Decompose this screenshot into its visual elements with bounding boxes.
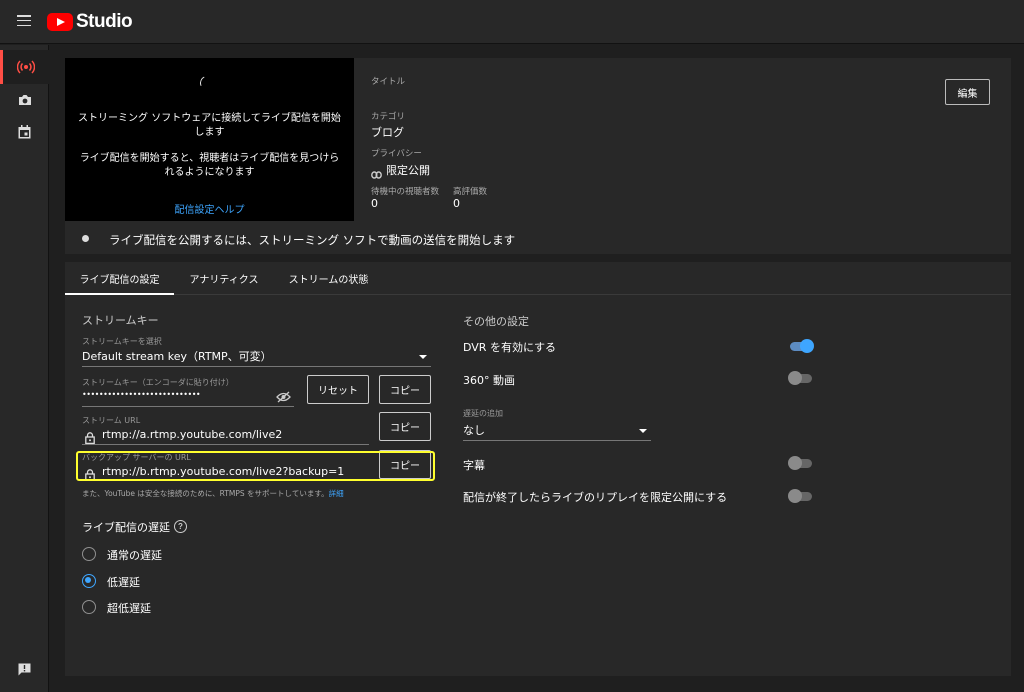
- radio-ultra-low-latency[interactable]: [82, 600, 96, 614]
- status-indicator-icon: [82, 235, 89, 242]
- privacy-label: プライバシー: [371, 149, 422, 159]
- category-value: ブログ: [371, 126, 404, 139]
- rtmps-note-text: また、YouTube は安全な接続のために、RTMPS をサポートしています。: [82, 489, 329, 498]
- stream-preview: ストリーミング ソフトウェアに接続してライブ配信を開始 します ライブ配信を開始…: [65, 58, 354, 221]
- delay-label: 遅延の追加: [463, 409, 503, 418]
- radio-normal-latency[interactable]: [82, 547, 96, 561]
- help-icon[interactable]: ?: [174, 520, 187, 533]
- tab-stream-health[interactable]: ストリームの状態: [277, 262, 380, 295]
- category-label: カテゴリ: [371, 112, 406, 122]
- stream-url-underline: [82, 444, 369, 445]
- ultra-low-latency-label: 超低遅延: [107, 602, 151, 615]
- app-title: Studio: [76, 11, 133, 32]
- latency-section-title: ライブ配信の遅延: [82, 521, 170, 534]
- stream-key-label: ストリームキー（エンコーダに貼り付け）: [82, 378, 234, 387]
- preview-message-line2: します: [194, 127, 225, 138]
- viewers-label: 待機中の視聴者数: [371, 187, 440, 197]
- stream-url-label: ストリーム URL: [82, 416, 141, 425]
- lock-icon: [85, 429, 95, 445]
- radio-low-latency[interactable]: [82, 574, 96, 588]
- copy-url-button[interactable]: コピー: [379, 412, 431, 441]
- hamburger-menu-icon[interactable]: [17, 15, 31, 27]
- captions-toggle[interactable]: [788, 456, 814, 470]
- unlisted-replay-label: 配信が終了したらライブのリプレイを限定公開にする: [463, 491, 728, 504]
- chevron-down-icon[interactable]: [639, 429, 647, 433]
- captions-label: 字幕: [463, 459, 485, 472]
- sidebar: [0, 45, 49, 692]
- tab-analytics[interactable]: アナリティクス: [179, 262, 269, 295]
- stream-key-select-underline: [82, 366, 431, 367]
- backup-url-highlight: [76, 451, 435, 481]
- camera-icon: [18, 95, 31, 105]
- link-icon: [371, 164, 382, 183]
- top-bar: Studio: [0, 0, 1024, 44]
- normal-latency-label: 通常の遅延: [107, 549, 162, 562]
- stream-key-section-title: ストリームキー: [82, 314, 159, 327]
- stream-settings-help-link[interactable]: 配信設定ヘルプ: [65, 201, 354, 216]
- copy-key-button[interactable]: コピー: [379, 375, 431, 404]
- loading-spinner-icon: [198, 74, 216, 92]
- feedback-icon: [18, 663, 31, 675]
- edit-button[interactable]: 編集: [945, 79, 990, 105]
- status-message: ライブ配信を公開するには、ストリーミング ソフトで動画の送信を開始します: [109, 233, 516, 247]
- video-360-toggle[interactable]: [788, 371, 814, 385]
- preview-message-line4: れるようになります: [164, 167, 255, 178]
- learn-more-link[interactable]: 詳細: [329, 489, 344, 498]
- low-latency-label: 低遅延: [107, 576, 140, 589]
- stream-key-select-label: ストリームキーを選択: [82, 337, 162, 346]
- stream-key-input[interactable]: ••••••••••••••••••••••••••••: [82, 390, 201, 399]
- chevron-down-icon[interactable]: [419, 355, 427, 359]
- sidebar-item-live[interactable]: [0, 50, 49, 84]
- title-label: タイトル: [371, 77, 406, 87]
- stream-key-select-value[interactable]: Default stream key（RTMP、可変）: [82, 348, 272, 364]
- sidebar-item-feedback[interactable]: [0, 652, 49, 686]
- video-360-label: 360° 動画: [463, 374, 515, 387]
- stream-url-value[interactable]: rtmp://a.rtmp.youtube.com/live2: [102, 428, 282, 441]
- visibility-off-icon[interactable]: [276, 388, 291, 407]
- dvr-toggle[interactable]: [788, 339, 814, 353]
- tab-live-settings[interactable]: ライブ配信の設定: [65, 262, 174, 295]
- reset-button[interactable]: リセット: [307, 375, 369, 404]
- rtmps-note: また、YouTube は安全な接続のために、RTMPS をサポートしています。詳…: [82, 488, 344, 499]
- stream-key-underline: [82, 406, 294, 407]
- unlisted-replay-toggle[interactable]: [788, 489, 814, 503]
- viewers-value: 0: [371, 197, 378, 210]
- likes-value: 0: [453, 197, 460, 210]
- delay-select-underline: [463, 440, 651, 441]
- calendar-icon: [18, 125, 31, 139]
- likes-label: 高評価数: [453, 187, 488, 197]
- sidebar-item-camera[interactable]: [0, 83, 49, 117]
- privacy-value: 限定公開: [386, 164, 430, 177]
- other-settings-title: その他の設定: [463, 315, 529, 328]
- delay-select-value[interactable]: なし: [463, 422, 485, 438]
- sidebar-item-schedule[interactable]: [0, 115, 49, 149]
- youtube-play-icon: [47, 13, 73, 31]
- studio-logo[interactable]: Studio: [47, 11, 133, 33]
- live-broadcast-icon: [17, 60, 35, 74]
- dvr-label: DVR を有効にする: [463, 341, 557, 354]
